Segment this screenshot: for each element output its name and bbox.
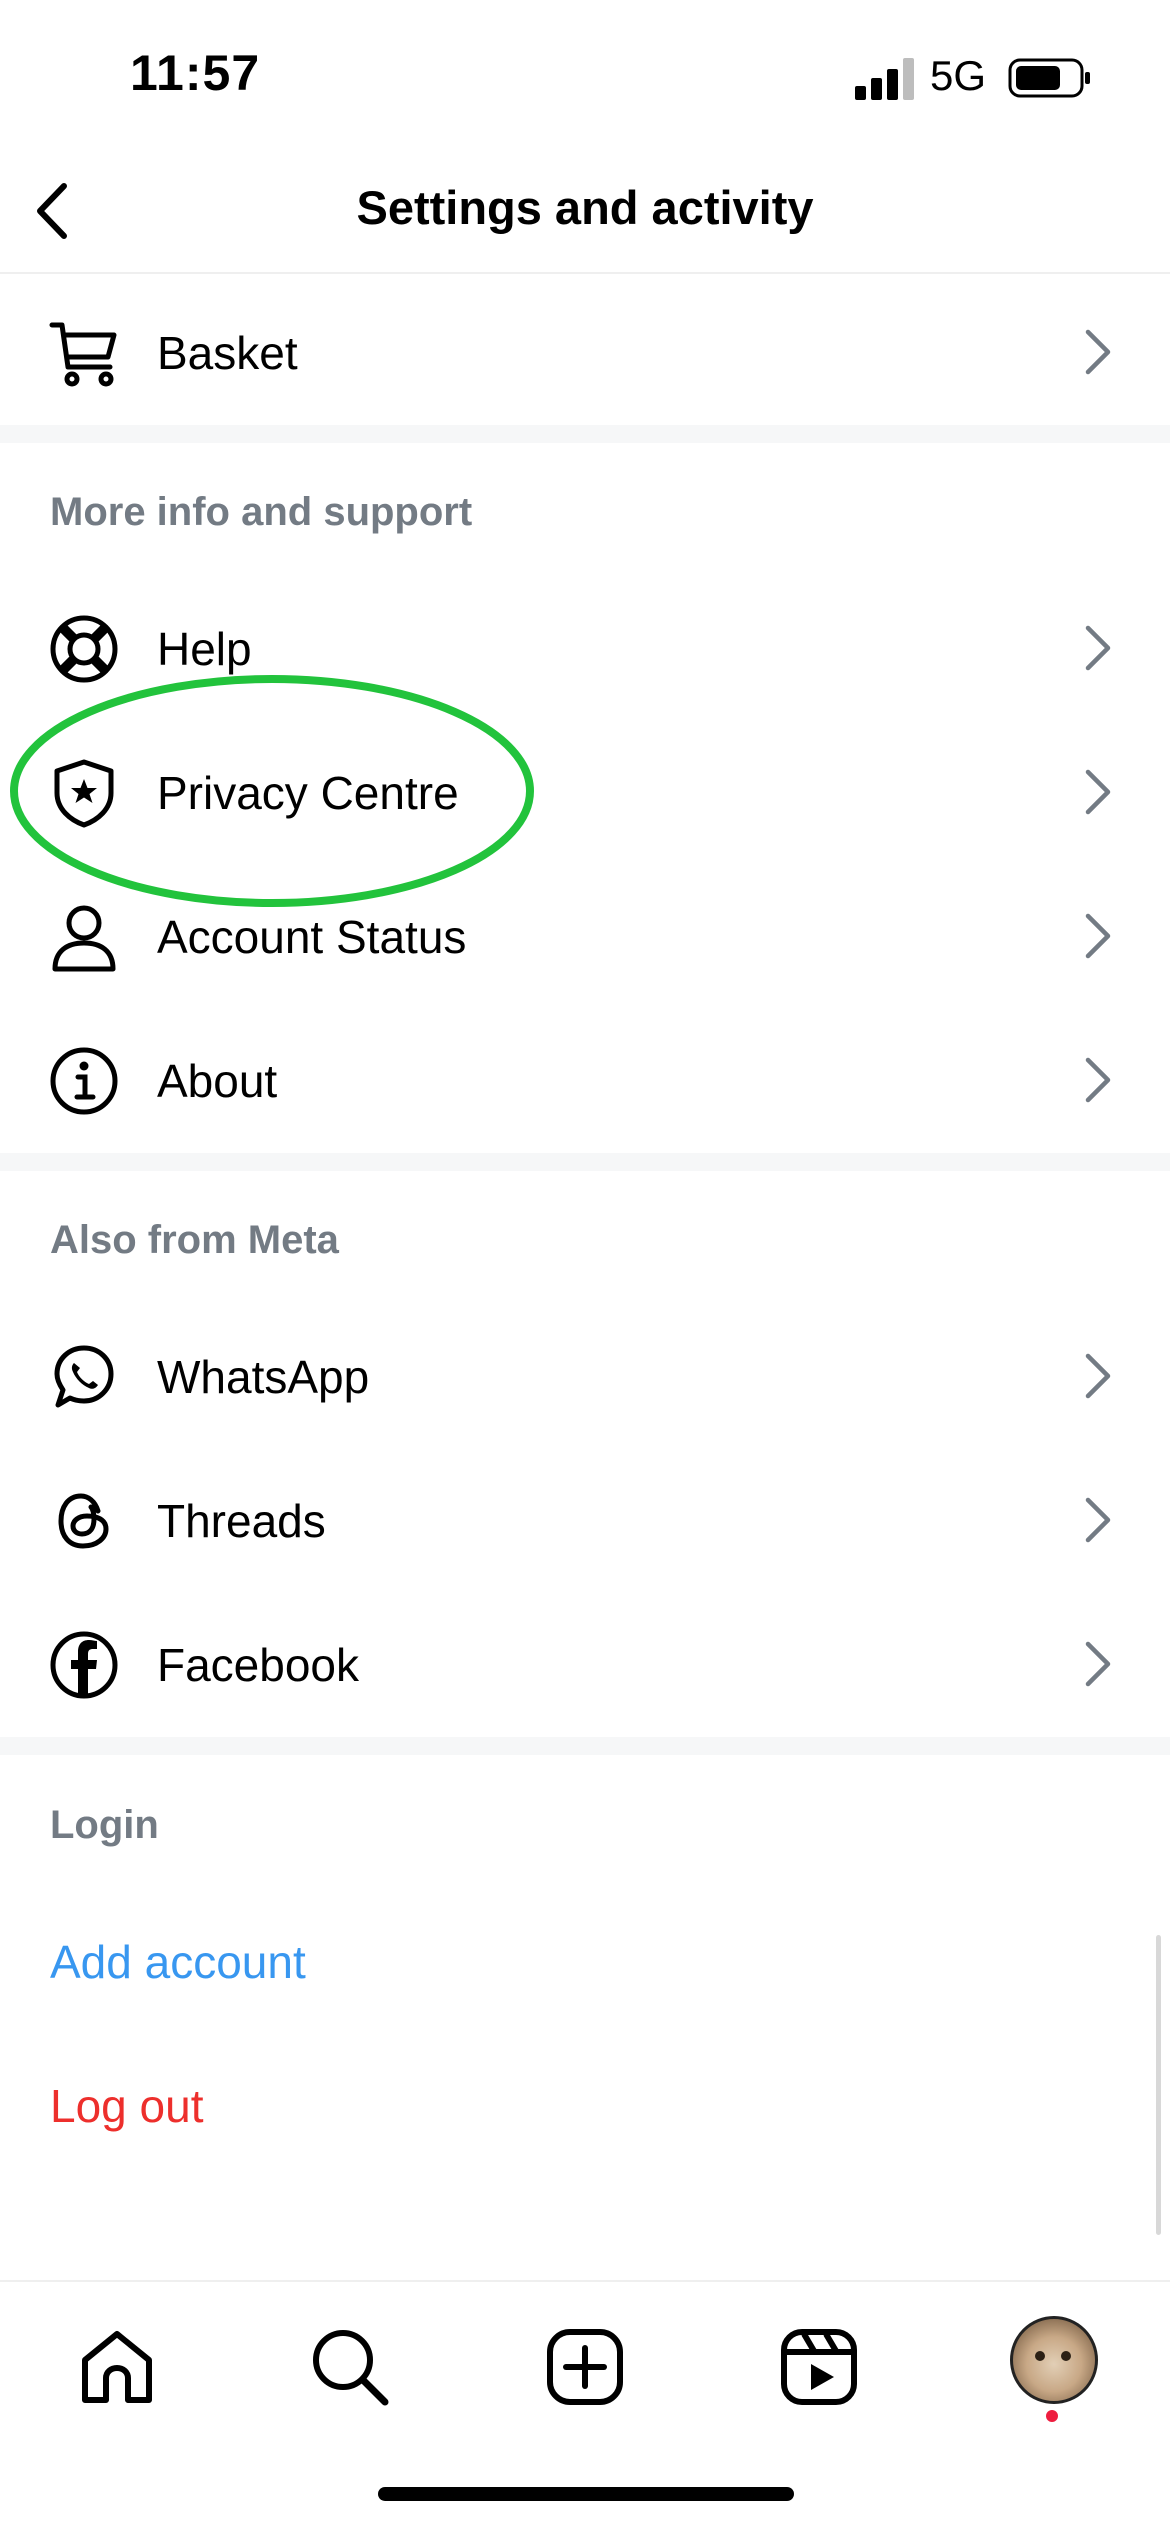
nav-bar: Settings and activity [0,150,1170,274]
log-out-button[interactable]: Log out [50,2079,203,2133]
avatar-cat-eye [1035,2351,1045,2361]
settings-item-label: About [157,1055,278,1107]
chevron-right-icon [1085,329,1111,375]
status-time: 11:57 [130,45,261,101]
facebook-icon [50,1631,118,1699]
search-icon [313,2330,389,2406]
settings-item-label: Basket [157,327,298,379]
settings-item-about[interactable]: About [0,1010,1170,1150]
settings-item-threads[interactable]: Threads [0,1450,1170,1590]
chevron-right-icon [1085,625,1111,671]
cellular-signal-icon [855,58,914,100]
status-bar: 11:57 5G [0,0,1170,150]
chevron-right-icon [1085,1057,1111,1103]
tab-reels[interactable] [774,2322,864,2412]
home-indicator [378,2487,794,2501]
create-icon [547,2329,623,2405]
tab-search[interactable] [305,2322,395,2412]
chevron-right-icon [1085,769,1111,815]
settings-item-label: Account Status [157,911,467,963]
battery-icon [1008,58,1090,98]
section-divider [0,1153,1170,1171]
settings-item-facebook[interactable]: Facebook [0,1594,1170,1734]
settings-item-label: Threads [157,1495,326,1547]
page-title: Settings and activity [356,181,814,234]
tab-home[interactable] [72,2322,162,2412]
settings-item-label: WhatsApp [157,1351,370,1403]
section-header-meta: Also from Meta [50,1218,339,1262]
chevron-right-icon [1085,1641,1111,1687]
network-type: 5G [930,52,987,99]
scrollbar[interactable] [1156,1935,1161,2235]
home-icon [82,2331,152,2403]
add-account-button[interactable]: Add account [50,1935,306,1989]
whatsapp-icon [54,1345,114,1408]
threads-icon [58,1493,109,1549]
section-divider [0,425,1170,443]
notification-dot [1046,2410,1058,2422]
tab-create[interactable] [540,2322,630,2412]
info-icon [50,1047,118,1115]
avatar[interactable] [1010,2316,1098,2404]
settings-item-whatsapp[interactable]: WhatsApp [0,1306,1170,1446]
reels-icon [781,2329,857,2405]
section-header-login: Login [50,1803,159,1847]
highlight-annotation-ellipse [10,675,534,907]
chevron-right-icon [1085,1497,1111,1543]
section-header-more-info: More info and support [50,490,473,534]
settings-item-label: Help [157,623,252,675]
section-divider [0,1737,1170,1755]
person-icon [52,905,116,972]
chevron-right-icon [1085,913,1111,959]
chevron-right-icon [1085,1353,1111,1399]
avatar-cat-eye [1061,2351,1071,2361]
settings-item-label: Facebook [157,1639,360,1691]
settings-item-basket[interactable]: Basket [0,282,1170,422]
cart-icon [49,322,117,387]
